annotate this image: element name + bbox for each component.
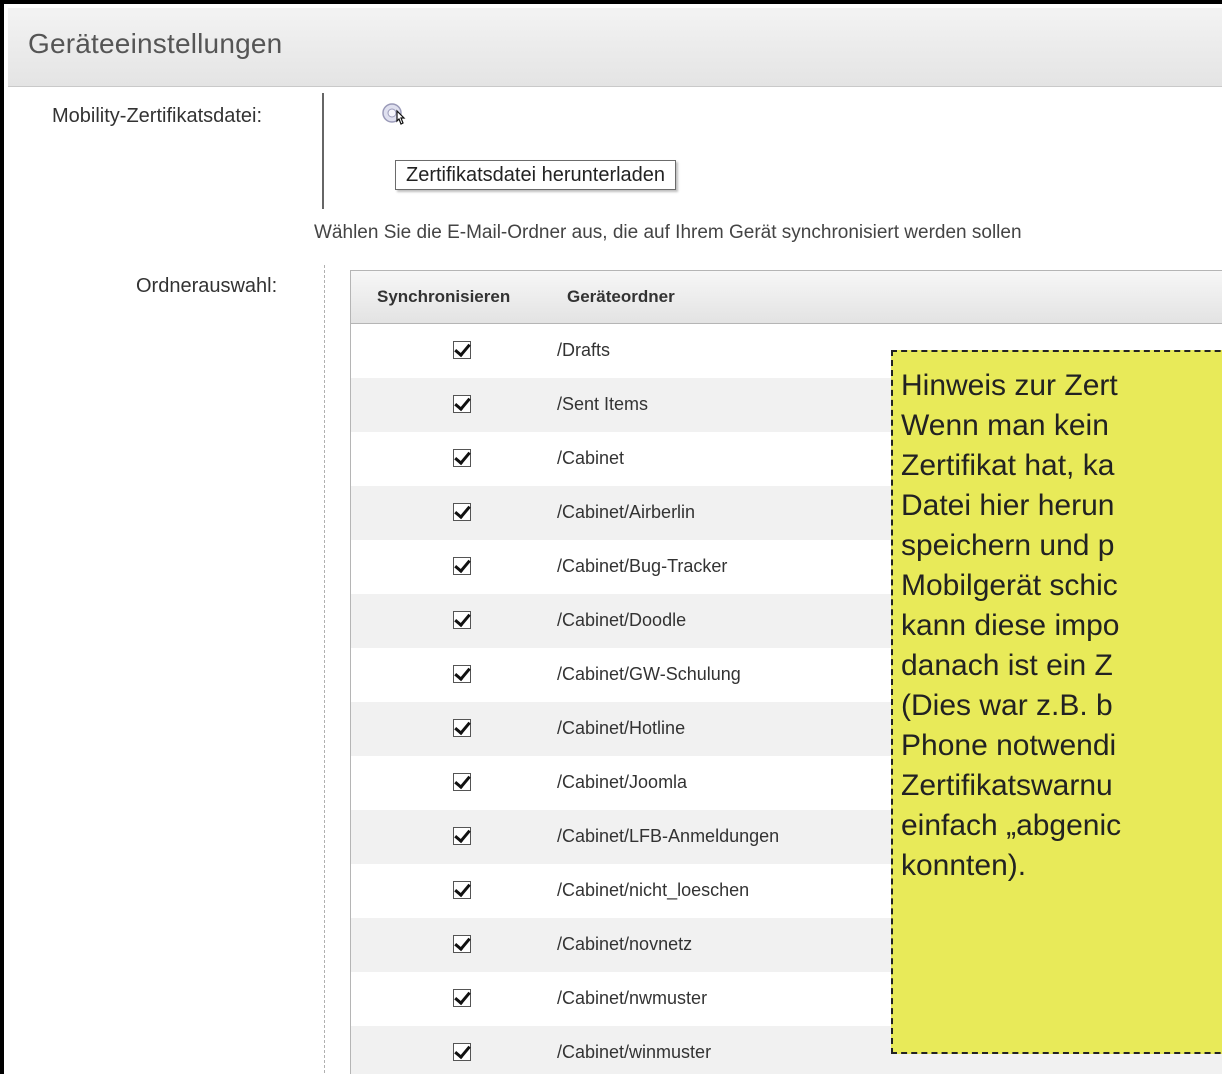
sync-checkbox[interactable] bbox=[453, 881, 471, 899]
folder-path: /Cabinet/nwmuster bbox=[557, 988, 708, 1008]
column-header-sync[interactable]: Synchronisieren bbox=[377, 287, 510, 307]
sync-checkbox[interactable] bbox=[453, 449, 471, 467]
sync-checkbox[interactable] bbox=[453, 557, 471, 575]
title-bar: Geräteeinstellungen bbox=[8, 8, 1222, 87]
folder-path: /Cabinet/GW-Schulung bbox=[557, 664, 741, 684]
folder-path: /Drafts bbox=[557, 340, 611, 360]
label-divider bbox=[322, 93, 324, 209]
sync-checkbox[interactable] bbox=[453, 719, 471, 737]
folder-path: /Cabinet/Doodle bbox=[557, 610, 687, 630]
folder-path: /Sent Items bbox=[557, 394, 649, 414]
folder-path: /Cabinet/Bug-Tracker bbox=[557, 556, 728, 576]
folder-path: /Cabinet/novnetz bbox=[557, 934, 693, 954]
folder-path: /Cabinet/LFB-Anmeldungen bbox=[557, 826, 780, 846]
sync-checkbox[interactable] bbox=[453, 503, 471, 521]
certificate-download-icon[interactable] bbox=[380, 101, 408, 129]
note-text: Hinweis zur Zert Wenn man kein Zertifika… bbox=[901, 369, 1122, 882]
settings-panel: Geräteeinstellungen Mobility-Zertifikats… bbox=[0, 0, 1222, 1074]
sync-checkbox[interactable] bbox=[453, 989, 471, 1007]
sync-checkbox[interactable] bbox=[453, 1043, 471, 1061]
sync-instruction: Wählen Sie die E-Mail-Ordner aus, die au… bbox=[314, 222, 1022, 243]
download-tooltip: Zertifikatsdatei herunterladen bbox=[395, 160, 677, 190]
panel-title: Geräteeinstellungen bbox=[28, 28, 283, 59]
sync-checkbox[interactable] bbox=[453, 611, 471, 629]
folder-path: /Cabinet/Hotline bbox=[557, 718, 686, 738]
certificate-label: Mobility-Zertifikatsdatei: bbox=[52, 105, 263, 127]
column-header-folder[interactable]: Geräteordner bbox=[567, 287, 675, 307]
sync-checkbox[interactable] bbox=[453, 395, 471, 413]
folder-selection-label: Ordnerauswahl: bbox=[136, 275, 278, 297]
sync-checkbox[interactable] bbox=[453, 935, 471, 953]
sync-checkbox[interactable] bbox=[453, 341, 471, 359]
folder-path: /Cabinet bbox=[557, 448, 625, 468]
sync-checkbox[interactable] bbox=[453, 665, 471, 683]
folder-path: /Cabinet/Airberlin bbox=[557, 502, 696, 522]
folder-path: /Cabinet/winmuster bbox=[557, 1042, 712, 1062]
table-header: Synchronisieren Geräteordner bbox=[351, 271, 1222, 324]
label-divider-dashed bbox=[324, 265, 326, 1074]
folder-path: /Cabinet/nicht_loeschen bbox=[557, 880, 750, 900]
sync-checkbox[interactable] bbox=[453, 773, 471, 791]
folder-path: /Cabinet/Joomla bbox=[557, 772, 688, 792]
sync-checkbox[interactable] bbox=[453, 827, 471, 845]
certificate-hint-note: Hinweis zur Zert Wenn man kein Zertifika… bbox=[891, 350, 1222, 1054]
